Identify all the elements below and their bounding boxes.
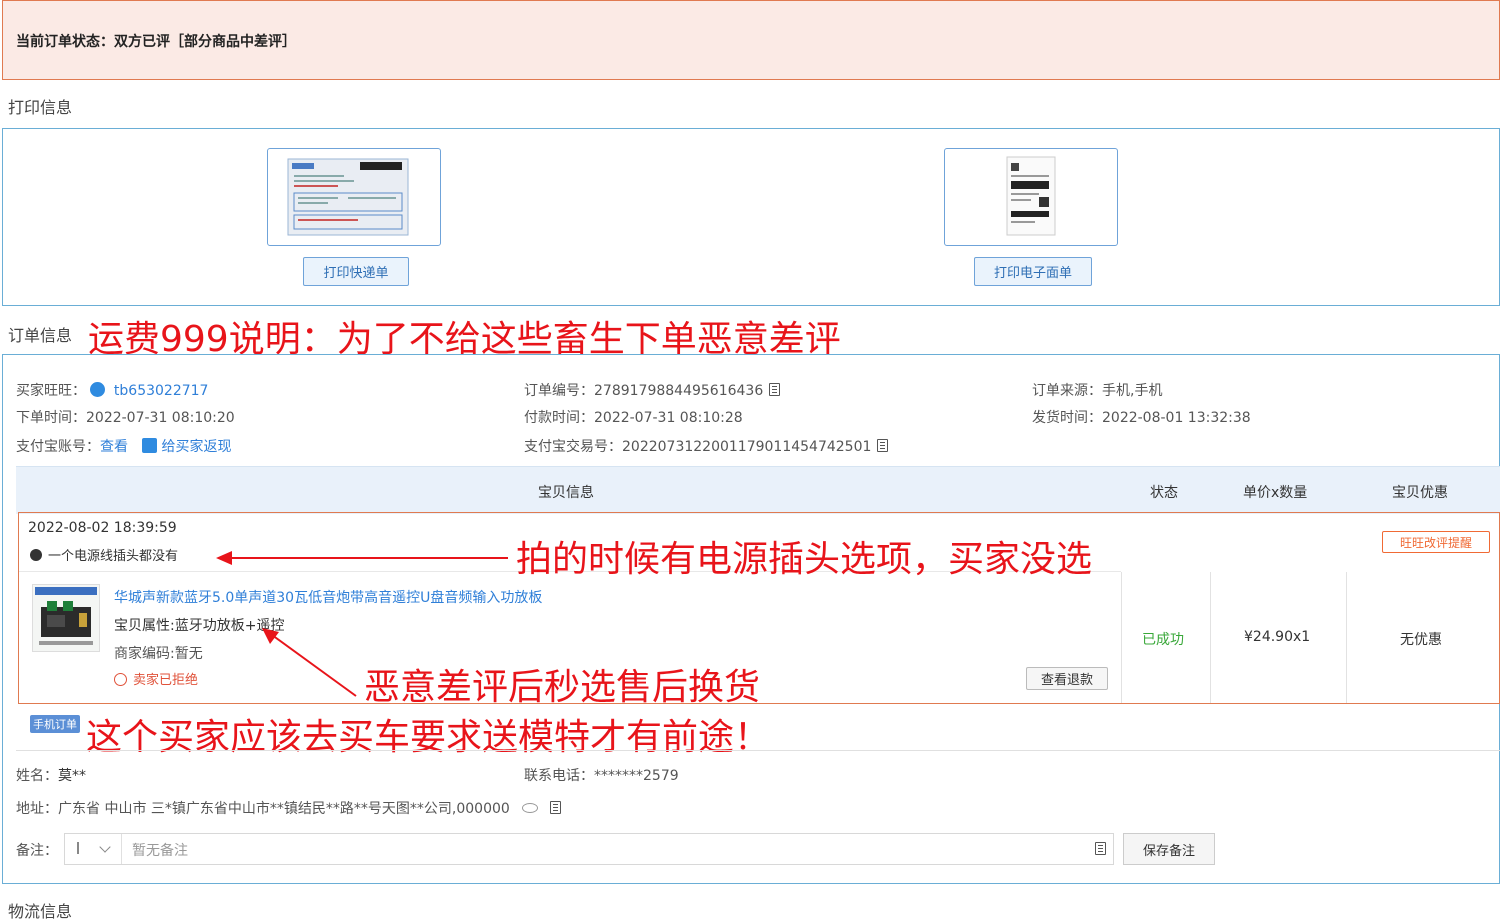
mobile-order-badge: 手机订单 bbox=[30, 715, 80, 733]
receiver-name-label: 姓名： bbox=[16, 768, 58, 784]
receiver-name-row: 姓名：莫** bbox=[16, 765, 86, 785]
receiver-address-label: 地址： bbox=[16, 801, 58, 817]
logistics-section-title: 物流信息 bbox=[8, 902, 73, 921]
annotation-buyer-comment: 这个买家应该去买车要求送模特才有前途！ bbox=[86, 717, 771, 758]
annotation-after-sale: 恶意差评后秒选售后换货 bbox=[364, 667, 761, 708]
remark-placeholder: 暂无备注 bbox=[132, 843, 188, 859]
receiver-name: 莫** bbox=[58, 768, 86, 784]
remark-divider bbox=[121, 834, 122, 864]
receiver-address-row: 地址：广东省 中山市 三*镇广东省中山市**镇结民**路**号天图**公司,00… bbox=[16, 798, 562, 818]
receiver-phone: *******2579 bbox=[594, 768, 679, 784]
copy-icon[interactable] bbox=[1095, 842, 1106, 855]
remark-label: 备注： bbox=[16, 843, 58, 859]
eye-icon[interactable] bbox=[522, 803, 539, 813]
copy-icon[interactable] bbox=[550, 801, 562, 814]
annotation-plug-option: 拍的时候有电源插头选项，买家没选 bbox=[516, 539, 1093, 580]
flag-icon[interactable] bbox=[77, 842, 87, 854]
receiver-phone-label: 联系电话： bbox=[524, 768, 594, 784]
receiver-address: 广东省 中山市 三*镇广东省中山市**镇结民**路**号天图**公司,00000… bbox=[58, 801, 510, 817]
chevron-down-icon[interactable] bbox=[99, 841, 111, 853]
divider bbox=[16, 750, 1500, 751]
save-remark-button[interactable]: 保存备注 bbox=[1123, 833, 1215, 865]
remark-input[interactable]: 暂无备注 bbox=[64, 833, 1114, 865]
receiver-phone-row: 联系电话：*******2579 bbox=[524, 765, 679, 785]
annotation-arrows bbox=[216, 551, 508, 697]
